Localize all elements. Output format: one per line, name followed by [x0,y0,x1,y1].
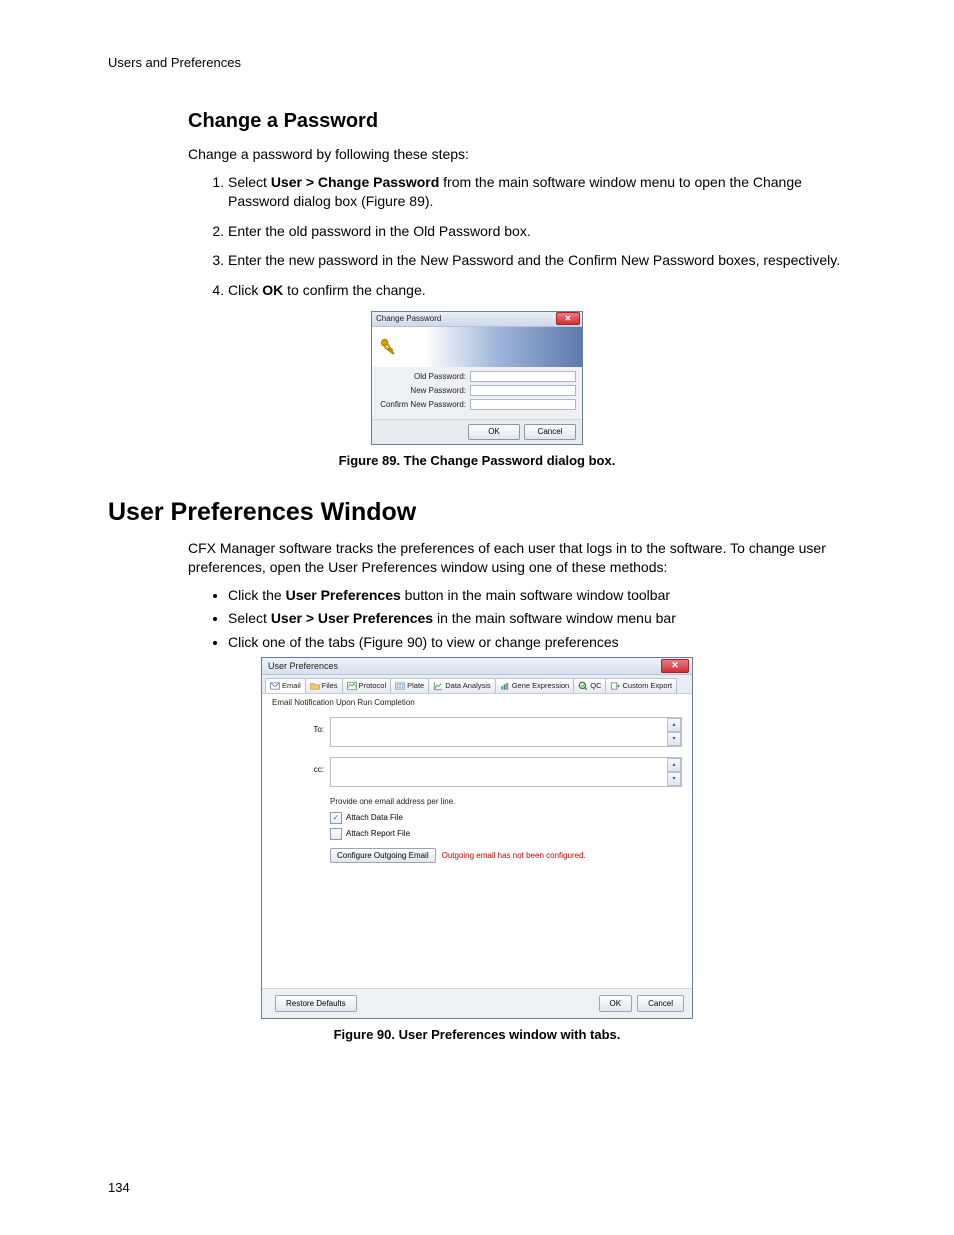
chart-icon [433,681,443,691]
cc-textarea[interactable] [330,757,682,787]
tab-files[interactable]: Files [305,678,343,693]
scroll-down-icon[interactable]: ▾ [667,772,681,786]
dialog-banner [372,327,582,367]
steps-list: Select User > Change Password from the m… [108,173,846,301]
cancel-button[interactable]: Cancel [524,424,576,440]
new-password-label: New Password: [378,386,470,395]
cancel-button[interactable]: Cancel [637,995,684,1012]
folder-icon [310,681,320,691]
protocol-icon [347,681,357,691]
close-icon[interactable]: ✕ [661,659,689,673]
page-number: 134 [108,1180,130,1195]
envelope-icon [270,681,280,691]
user-preferences-dialog: User Preferences ✕ Email Files Protoc [261,657,693,1019]
tab-gene-expression[interactable]: Gene Expression [495,678,575,693]
tab-qc[interactable]: QC [573,678,606,693]
scroll-up-icon[interactable]: ▴ [667,758,681,772]
attach-report-checkbox[interactable] [330,828,342,840]
bullet-3: Click one of the tabs (Figure 90) to vie… [228,633,846,653]
ok-button[interactable]: OK [599,995,633,1012]
tab-plate[interactable]: Plate [390,678,429,693]
step-2: Enter the old password in the Old Passwo… [228,222,846,242]
close-icon[interactable]: ✕ [556,312,580,325]
figure-90-caption: Figure 90. User Preferences window with … [108,1027,846,1042]
email-warning: Outgoing email has not been configured. [442,851,586,860]
attach-report-label: Attach Report File [346,829,410,838]
heading-user-preferences: User Preferences Window [108,498,846,527]
export-icon [610,681,620,691]
confirm-password-input[interactable] [470,399,576,410]
tab-strip: Email Files Protocol [262,675,692,694]
heading-change-password: Change a Password [108,110,846,133]
change-password-dialog: Change Password ✕ Old Password: New Pass… [371,311,583,445]
qc-icon [578,681,588,691]
new-password-input[interactable] [470,385,576,396]
plate-icon [395,681,405,691]
bullet-2: Select User > User Preferences in the ma… [228,609,846,629]
attach-data-checkbox[interactable]: ✓ [330,812,342,824]
dialog-title: User Preferences [268,661,661,671]
email-section-label: Email Notification Upon Run Completion [272,698,682,707]
to-textarea[interactable] [330,717,682,747]
keys-icon [378,336,398,358]
tab-content-email: Email Notification Upon Run Completion T… [262,694,692,988]
scroll-up-icon[interactable]: ▴ [667,718,681,732]
to-label: To: [272,717,330,734]
dialog-titlebar: User Preferences ✕ [262,658,692,675]
email-hint: Provide one email address per line. [330,797,682,806]
bar-chart-icon [500,681,510,691]
old-password-input[interactable] [470,371,576,382]
step-3: Enter the new password in the New Passwo… [228,251,846,271]
step-4: Click OK to confirm the change. [228,281,846,301]
intro-user-preferences: CFX Manager software tracks the preferen… [108,539,846,578]
bullet-list: Click the User Preferences button in the… [108,586,846,653]
configure-outgoing-email-button[interactable]: Configure Outgoing Email [330,848,436,863]
cc-label: cc: [272,757,330,774]
running-header: Users and Preferences [108,55,846,70]
attach-data-label: Attach Data File [346,813,403,822]
step-1: Select User > Change Password from the m… [228,173,846,212]
dialog-title: Change Password [376,314,556,323]
restore-defaults-button[interactable]: Restore Defaults [275,995,357,1012]
figure-89-caption: Figure 89. The Change Password dialog bo… [108,453,846,468]
old-password-label: Old Password: [378,372,470,381]
bullet-1: Click the User Preferences button in the… [228,586,846,606]
dialog-titlebar: Change Password ✕ [372,312,582,327]
confirm-password-label: Confirm New Password: [378,400,470,409]
tab-protocol[interactable]: Protocol [342,678,392,693]
tab-custom-export[interactable]: Custom Export [605,678,677,693]
ok-button[interactable]: OK [468,424,520,440]
tab-data-analysis[interactable]: Data Analysis [428,678,495,693]
scroll-down-icon[interactable]: ▾ [667,732,681,746]
tab-email[interactable]: Email [265,678,306,693]
intro-change-password: Change a password by following these ste… [108,145,846,165]
